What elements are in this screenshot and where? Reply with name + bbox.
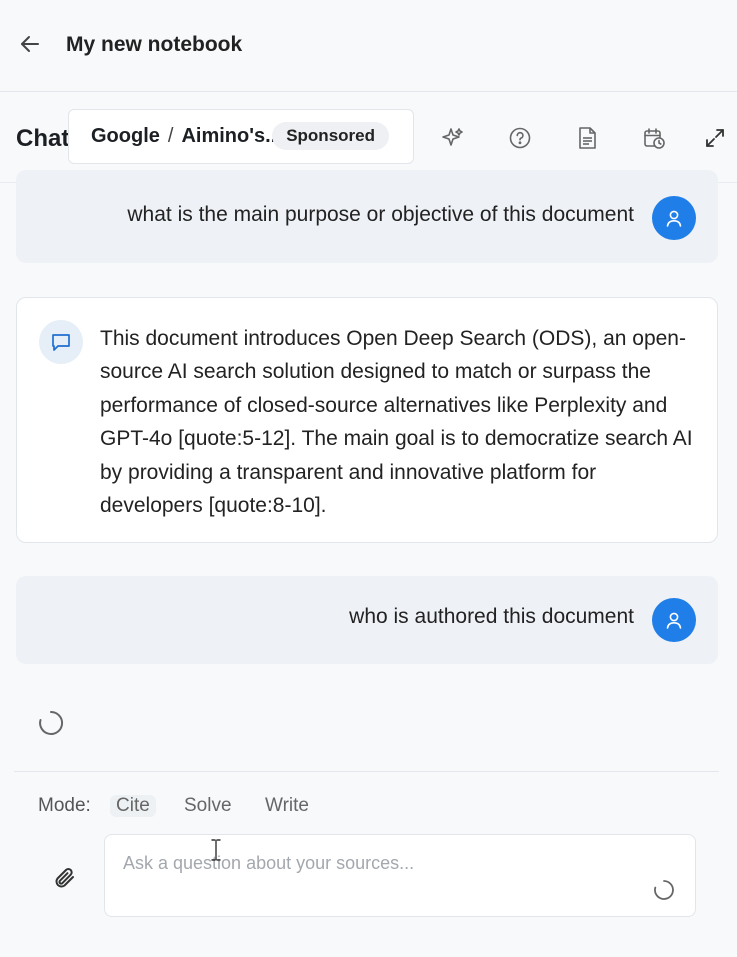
assistant-avatar bbox=[39, 320, 83, 364]
document-button[interactable] bbox=[573, 124, 601, 152]
back-button[interactable] bbox=[14, 30, 46, 58]
help-circle-icon bbox=[509, 127, 531, 149]
chat-bubble-icon bbox=[52, 334, 70, 351]
top-bar: My new notebook bbox=[0, 0, 737, 92]
ad-separator: / bbox=[167, 125, 174, 147]
mode-label: Mode: bbox=[38, 795, 91, 816]
composer: Mode: Cite Solve Write bbox=[0, 760, 737, 957]
help-button[interactable] bbox=[506, 124, 534, 152]
calendar-clock-icon bbox=[644, 128, 665, 149]
mode-cite[interactable]: Cite bbox=[110, 795, 156, 817]
document-icon bbox=[579, 127, 596, 149]
paperclip-icon bbox=[55, 868, 74, 888]
sparkle-icon bbox=[442, 128, 463, 146]
schedule-button[interactable] bbox=[640, 124, 668, 152]
expand-icon bbox=[706, 129, 724, 147]
sparkle-button[interactable] bbox=[439, 124, 467, 152]
notebook-title: My new notebook bbox=[66, 33, 243, 56]
divider bbox=[14, 771, 719, 772]
user-icon bbox=[666, 612, 682, 629]
expand-button[interactable] bbox=[701, 124, 729, 152]
question-box[interactable] bbox=[104, 834, 696, 917]
mode-write[interactable]: Write bbox=[265, 795, 309, 817]
text-cursor-icon bbox=[211, 839, 221, 861]
user-message-text: what is the main purpose or objective of… bbox=[127, 203, 634, 226]
loading-spinner-icon bbox=[39, 710, 64, 735]
sponsored-ad[interactable]: Google / Aimino's... Sponsored bbox=[68, 109, 414, 164]
user-avatar bbox=[652, 196, 696, 240]
ad-brand: Google bbox=[91, 125, 160, 147]
assistant-message: This document introduces Open Deep Searc… bbox=[16, 297, 718, 543]
attach-button[interactable] bbox=[50, 863, 80, 893]
user-message: who is authored this document bbox=[16, 576, 718, 664]
arrow-left-icon bbox=[21, 36, 39, 52]
ad-name: Aimino's... bbox=[181, 125, 282, 147]
assistant-message-text: This document introduces Open Deep Searc… bbox=[100, 327, 693, 518]
question-input[interactable] bbox=[123, 849, 643, 877]
user-message-text: who is authored this document bbox=[349, 605, 634, 628]
user-message: what is the main purpose or objective of… bbox=[16, 170, 718, 263]
mode-solve[interactable]: Solve bbox=[184, 795, 232, 817]
user-icon bbox=[666, 210, 682, 227]
sponsored-badge: Sponsored bbox=[272, 122, 389, 150]
chat-label: Chat bbox=[16, 125, 70, 152]
send-loading-spinner-icon bbox=[654, 880, 674, 900]
user-avatar bbox=[652, 598, 696, 642]
